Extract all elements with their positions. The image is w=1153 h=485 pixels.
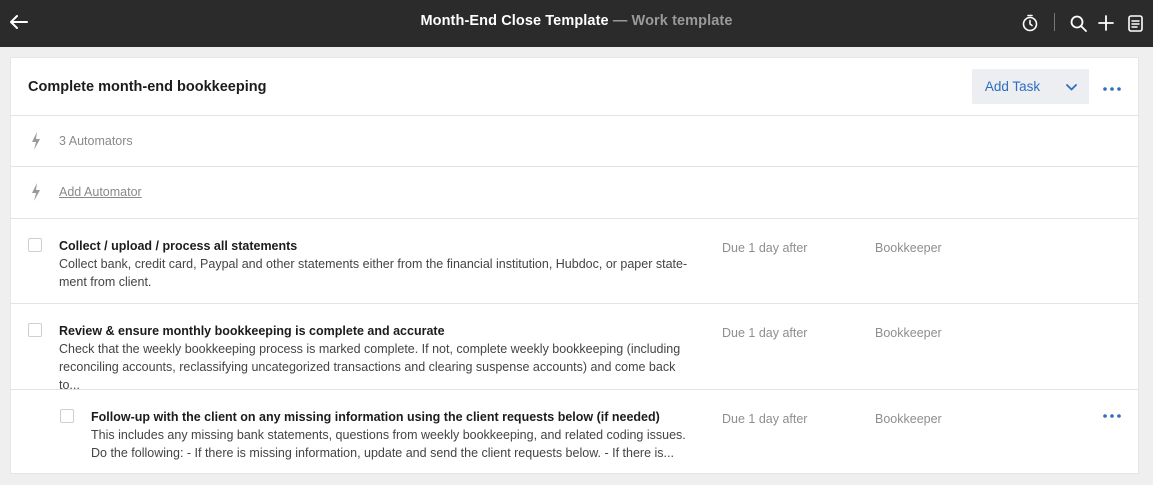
checklist-heading: Complete month-end bookkeeping bbox=[28, 79, 267, 95]
top-bar: Month-End Close Template — Work template bbox=[0, 0, 1153, 47]
divider bbox=[1054, 13, 1055, 31]
plus-icon[interactable] bbox=[1095, 11, 1117, 35]
automators-summary-row[interactable]: 3 Automators bbox=[11, 116, 1138, 167]
task-due-date[interactable]: Due 1 day after bbox=[722, 241, 807, 255]
add-automator-link[interactable]: Add Automator bbox=[59, 185, 142, 199]
add-task-dropdown[interactable] bbox=[1054, 69, 1089, 104]
task-description-line: ment from client. bbox=[59, 275, 152, 289]
task-row[interactable]: Collect / upload / process all statement… bbox=[11, 219, 1138, 304]
task-checkbox[interactable] bbox=[28, 323, 42, 337]
subtask-row[interactable]: Follow-up with the client on any missing… bbox=[11, 390, 1138, 474]
automators-count: 3 Automators bbox=[59, 134, 133, 148]
checklist-header: Complete month-end bookkeeping Add Task bbox=[11, 58, 1138, 116]
task-title[interactable]: Collect / upload / process all statement… bbox=[59, 239, 297, 253]
checklist-card: Complete month-end bookkeeping Add Task … bbox=[10, 57, 1139, 474]
task-row[interactable]: Review & ensure monthly bookkeeping is c… bbox=[11, 304, 1138, 392]
top-bar-actions bbox=[1003, 0, 1153, 47]
task-title[interactable]: Follow-up with the client on any missing… bbox=[91, 410, 660, 424]
template-name: Month-End Close Template bbox=[420, 13, 609, 29]
template-type: — Work template bbox=[612, 13, 733, 29]
task-assignee[interactable]: Bookkeeper bbox=[875, 241, 942, 255]
more-horizontal-icon bbox=[1103, 78, 1121, 96]
task-description: This includes any missing bank statement… bbox=[91, 426, 711, 462]
add-task-button[interactable]: Add Task bbox=[972, 69, 1053, 104]
task-title[interactable]: Review & ensure monthly bookkeeping is c… bbox=[59, 324, 445, 338]
lightning-icon bbox=[31, 132, 41, 150]
search-icon[interactable] bbox=[1067, 11, 1089, 35]
notes-icon[interactable] bbox=[1124, 11, 1146, 35]
timer-icon[interactable] bbox=[1019, 11, 1041, 35]
task-description: Collect bank, credit card, Paypal and ot… bbox=[59, 255, 699, 291]
more-options-button[interactable] bbox=[1100, 79, 1124, 95]
task-description: Check that the weekly bookkeeping proces… bbox=[59, 340, 699, 394]
page-title: Month-End Close Template — Work template bbox=[0, 13, 1153, 29]
task-due-date[interactable]: Due 1 day after bbox=[722, 326, 807, 340]
task-more-options-button[interactable] bbox=[1100, 406, 1124, 422]
add-task-split-button: Add Task bbox=[972, 69, 1089, 104]
more-horizontal-icon bbox=[1103, 405, 1121, 423]
task-description-line: Do the following: - If there is missing … bbox=[91, 446, 674, 460]
task-description-line: reconciling accounts, reclassifying unca… bbox=[59, 360, 676, 392]
task-checkbox[interactable] bbox=[28, 238, 42, 252]
task-due-date[interactable]: Due 1 day after bbox=[722, 412, 807, 426]
chevron-down-icon bbox=[1066, 78, 1077, 96]
task-checkbox[interactable] bbox=[60, 409, 74, 423]
add-automator-row: Add Automator bbox=[11, 167, 1138, 219]
task-description-line: Check that the weekly bookkeeping proces… bbox=[59, 342, 681, 356]
task-assignee[interactable]: Bookkeeper bbox=[875, 326, 942, 340]
task-description-line: This includes any missing bank statement… bbox=[91, 428, 686, 442]
task-assignee[interactable]: Bookkeeper bbox=[875, 412, 942, 426]
task-description-line: Collect bank, credit card, Paypal and ot… bbox=[59, 257, 688, 271]
lightning-icon bbox=[31, 183, 41, 201]
